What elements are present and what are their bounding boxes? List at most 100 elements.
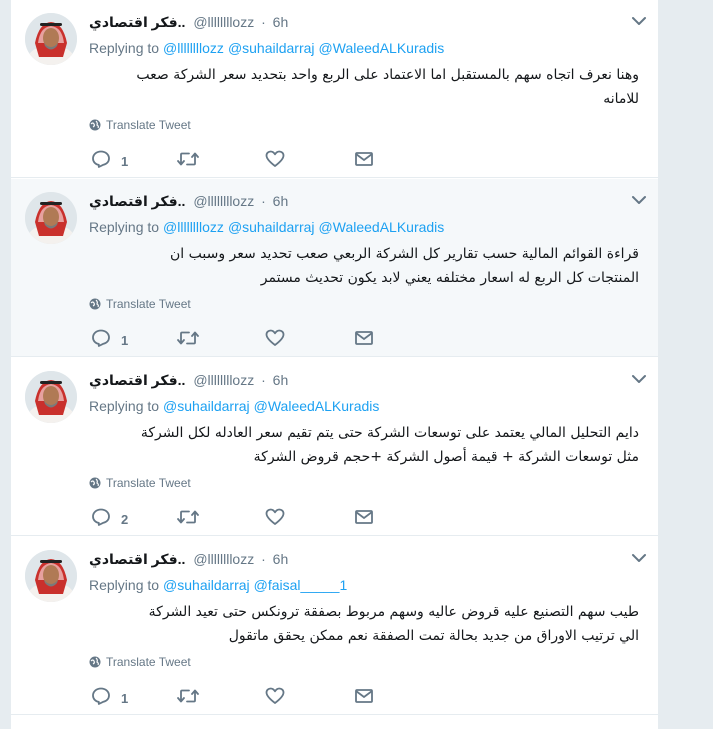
reply-count: 1 bbox=[121, 690, 129, 706]
reply-icon bbox=[91, 150, 111, 173]
mention-link[interactable]: @suhaildarraj bbox=[228, 219, 315, 235]
mention-link[interactable]: @suhaildarraj bbox=[228, 40, 315, 56]
author-username[interactable]: @llllllllozz bbox=[193, 551, 254, 567]
author-username[interactable]: @llllllllozz bbox=[193, 193, 254, 209]
avatar[interactable] bbox=[25, 192, 77, 244]
reply-icon bbox=[91, 329, 111, 352]
chevron-down-icon[interactable] bbox=[630, 551, 648, 565]
tweet[interactable]: فكر اقتصادي.. @llllllllozz · 6h Replying… bbox=[11, 0, 658, 178]
replying-label: Replying to bbox=[89, 398, 160, 414]
tweet-header: فكر اقتصادي.. @llllllllozz · 6h bbox=[89, 12, 288, 32]
reply-button[interactable]: 1 bbox=[91, 686, 128, 710]
mention-link[interactable]: @faisal_____1 bbox=[254, 577, 348, 593]
replying-to: Replying to @suhaildarraj @WaleedALKuradis bbox=[89, 396, 379, 416]
tweet-actions: 1 bbox=[89, 328, 389, 352]
retweet-button[interactable] bbox=[177, 149, 199, 173]
envelope-icon bbox=[354, 688, 374, 709]
globe-icon bbox=[89, 656, 101, 672]
author-username[interactable]: @llllllllozz bbox=[193, 14, 254, 30]
direct-message-button[interactable] bbox=[354, 686, 374, 710]
chevron-down-icon[interactable] bbox=[630, 193, 648, 207]
translate-tweet-link[interactable]: Translate Tweet bbox=[89, 654, 191, 672]
tweet-header: فكر اقتصادي.. @llllllllozz · 6h bbox=[89, 370, 288, 390]
retweet-button[interactable] bbox=[177, 686, 199, 710]
tweet-timeline: فكر اقتصادي.. @llllllllozz · 6h Replying… bbox=[10, 0, 659, 729]
like-button[interactable] bbox=[265, 686, 285, 710]
tweet[interactable]: فكر اقتصادي.. @llllllllozz · 6h Replying… bbox=[11, 358, 658, 536]
chevron-down-icon[interactable] bbox=[630, 14, 648, 28]
translate-tweet-link[interactable]: Translate Tweet bbox=[89, 117, 191, 135]
author-fullname[interactable]: فكر اقتصادي.. bbox=[89, 193, 185, 209]
like-button[interactable] bbox=[265, 149, 285, 173]
tweet-timestamp[interactable]: 6h bbox=[273, 14, 289, 30]
separator-dot: · bbox=[261, 551, 266, 567]
reply-count: 1 bbox=[121, 332, 129, 348]
author-fullname[interactable]: فكر اقتصادي.. bbox=[89, 14, 185, 30]
envelope-icon bbox=[354, 330, 374, 351]
like-button[interactable] bbox=[265, 328, 285, 352]
mention-link[interactable]: @suhaildarraj bbox=[163, 577, 250, 593]
tweet-text-line: طيب سهم التصنيع عليه قروض عاليه وسهم مرب… bbox=[148, 604, 639, 620]
reply-count: 2 bbox=[121, 511, 129, 527]
replying-to: Replying to @suhaildarraj @faisal_____1 bbox=[89, 575, 347, 595]
mention-link[interactable]: @WaleedALKuradis bbox=[319, 40, 445, 56]
mention-link[interactable]: @llllllllozz bbox=[163, 219, 224, 235]
translate-tweet-link[interactable]: Translate Tweet bbox=[89, 296, 191, 314]
mention-link[interactable]: @WaleedALKuradis bbox=[319, 219, 445, 235]
retweet-icon bbox=[177, 330, 199, 351]
translate-label: Translate Tweet bbox=[106, 297, 191, 311]
tweet-timestamp[interactable]: 6h bbox=[273, 551, 289, 567]
replying-to: Replying to @llllllllozz @suhaildarraj @Wal… bbox=[89, 38, 444, 58]
reply-button[interactable]: 1 bbox=[91, 149, 128, 173]
avatar[interactable] bbox=[25, 13, 77, 65]
reply-count: 1 bbox=[121, 153, 129, 169]
mention-link[interactable]: @suhaildarraj bbox=[163, 398, 250, 414]
mention-link[interactable]: @WaleedALKuradis bbox=[254, 398, 380, 414]
direct-message-button[interactable] bbox=[354, 507, 374, 531]
tweet-text: طيب سهم التصنيع عليه قروض عاليه وسهم مرب… bbox=[89, 600, 639, 648]
tweet[interactable]: فكر اقتصادي.. @llllllllozz · 6h Replying… bbox=[11, 179, 658, 357]
tweet[interactable]: فكر اقتصادي.. @llllllllozz · 6h Replying… bbox=[11, 537, 658, 715]
reply-button[interactable]: 2 bbox=[91, 507, 128, 531]
direct-message-button[interactable] bbox=[354, 328, 374, 352]
avatar[interactable] bbox=[25, 371, 77, 423]
reply-icon bbox=[91, 508, 111, 531]
tweet-actions: 2 bbox=[89, 507, 389, 531]
globe-icon bbox=[89, 477, 101, 493]
retweet-icon bbox=[177, 509, 199, 530]
retweet-button[interactable] bbox=[177, 507, 199, 531]
globe-icon bbox=[89, 119, 101, 135]
avatar[interactable] bbox=[25, 550, 77, 602]
author-fullname[interactable]: فكر اقتصادي.. bbox=[89, 372, 185, 388]
author-username[interactable]: @llllllllozz bbox=[193, 372, 254, 388]
tweet-timestamp[interactable]: 6h bbox=[273, 193, 289, 209]
reply-button[interactable]: 1 bbox=[91, 328, 128, 352]
tweet-header: فكر اقتصادي.. @llllllllozz · 6h bbox=[89, 549, 288, 569]
tweet-timestamp[interactable]: 6h bbox=[273, 372, 289, 388]
heart-icon bbox=[265, 150, 285, 173]
separator-dot: · bbox=[261, 372, 266, 388]
translate-label: Translate Tweet bbox=[106, 476, 191, 490]
like-button[interactable] bbox=[265, 507, 285, 531]
tweet-header: فكر اقتصادي.. @llllllllozz · 6h bbox=[89, 191, 288, 211]
translate-label: Translate Tweet bbox=[106, 655, 191, 669]
tweet-text: دايم التحليل المالي يعتمد على توسعات الش… bbox=[89, 421, 639, 469]
direct-message-button[interactable] bbox=[354, 149, 374, 173]
envelope-icon bbox=[354, 509, 374, 530]
translate-tweet-link[interactable]: Translate Tweet bbox=[89, 475, 191, 493]
translate-label: Translate Tweet bbox=[106, 118, 191, 132]
tweet-text: وهنا نعرف اتجاه سهم بالمستقبل اما الاعتم… bbox=[89, 63, 639, 111]
replying-label: Replying to bbox=[89, 40, 160, 56]
tweet-text-line: وهنا نعرف اتجاه سهم بالمستقبل اما الاعتم… bbox=[136, 67, 639, 83]
heart-icon bbox=[265, 508, 285, 531]
tweet-text-line: دايم التحليل المالي يعتمد على توسعات الش… bbox=[140, 425, 639, 441]
mention-link[interactable]: @llllllllozz bbox=[163, 40, 224, 56]
retweet-icon bbox=[177, 688, 199, 709]
retweet-button[interactable] bbox=[177, 328, 199, 352]
tweet-text-line: الي ترتيب الاوراق من جديد بحالة تمت الصف… bbox=[228, 628, 639, 644]
separator-dot: · bbox=[261, 14, 266, 30]
tweet-actions: 1 bbox=[89, 149, 389, 173]
chevron-down-icon[interactable] bbox=[630, 372, 648, 386]
replying-label: Replying to bbox=[89, 577, 160, 593]
author-fullname[interactable]: فكر اقتصادي.. bbox=[89, 551, 185, 567]
